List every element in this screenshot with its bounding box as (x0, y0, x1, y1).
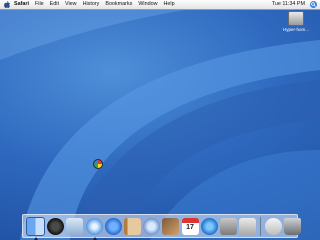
dock-finder-icon[interactable] (26, 216, 45, 240)
menu-app-safari[interactable]: Safari (14, 0, 29, 9)
dock-iphoto-icon[interactable] (162, 217, 180, 235)
dock-itunes-icon[interactable] (143, 217, 161, 235)
dock-ical-icon[interactable]: 17 (181, 217, 199, 235)
desktop[interactable] (0, 0, 320, 240)
dock-trash-icon[interactable] (284, 217, 302, 235)
dock-apple-icon[interactable] (239, 217, 257, 235)
running-indicator (34, 236, 38, 240)
dock-system-preferences-icon[interactable] (219, 217, 237, 235)
menu-history[interactable]: History (83, 0, 100, 9)
dock-mail-icon[interactable] (66, 217, 84, 235)
ical-day-number: 17 (186, 223, 194, 231)
dock: 17 (22, 214, 302, 240)
menu-bookmarks[interactable]: Bookmarks (105, 0, 132, 9)
menu-help[interactable]: Help (164, 0, 175, 9)
dock-separator (260, 216, 262, 236)
hard-disk-icon[interactable]: Hyper-hom... (283, 11, 309, 32)
menu-window[interactable]: Window (138, 0, 157, 9)
hard-disk-image (288, 11, 304, 26)
dock-documents-icon[interactable] (265, 217, 283, 235)
menu-edit[interactable]: Edit (50, 0, 59, 9)
menu-extras: Tue 11:34 PM (272, 0, 320, 9)
spotlight-icon[interactable] (310, 1, 317, 8)
dock-dashboard-icon[interactable] (47, 217, 65, 235)
menu-clock[interactable]: Tue 11:34 PM (272, 0, 305, 9)
menu-file[interactable]: File (35, 0, 44, 9)
dock-quicktime-icon[interactable] (200, 217, 218, 235)
dock-ichat-icon[interactable] (104, 217, 122, 235)
running-indicator (92, 236, 97, 240)
aqua-wallpaper (0, 0, 320, 240)
apple-menu-icon[interactable] (4, 1, 10, 8)
dock-safari-icon[interactable] (85, 217, 103, 240)
menu-view[interactable]: View (65, 0, 77, 9)
busy-cursor-icon (93, 159, 103, 169)
menu-bar: Safari File Edit View History Bookmarks … (0, 0, 320, 10)
dock-address-book-icon[interactable] (123, 217, 141, 235)
hard-disk-label: Hyper-hom... (283, 27, 310, 32)
